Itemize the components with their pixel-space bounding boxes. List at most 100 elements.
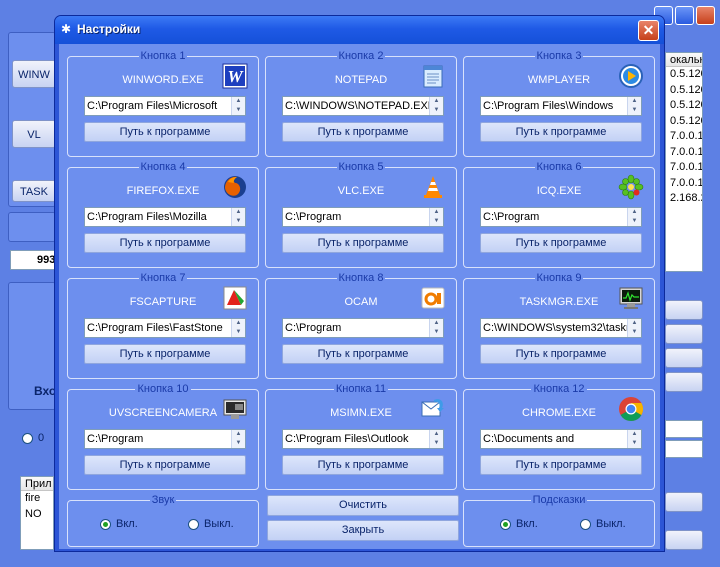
side-button-taskmgr[interactable]: TASK [12, 180, 56, 202]
list-item[interactable]: fire [21, 491, 53, 507]
group-legend: Кнопка 12 [531, 383, 587, 395]
group-button-5: Кнопка 5 VLC.EXE C:\Program ▲ ▼ Путь к про… [265, 161, 457, 268]
list-item[interactable]: 7.0.0.1 [666, 129, 702, 145]
bg-right-button-2[interactable] [665, 324, 703, 344]
spin-buttons[interactable]: ▲ ▼ [627, 97, 641, 115]
group-legend: Кнопка 4 [138, 161, 188, 173]
bg-right-field-2[interactable] [665, 440, 703, 458]
group-button-11: Кнопка 11 MSIMN.EXE C:\Program Files\Out… [265, 383, 457, 490]
list-item[interactable]: 0.5.120 [666, 98, 702, 114]
clear-button[interactable]: Очистить [267, 495, 459, 516]
bg-right-button-1[interactable] [665, 300, 703, 320]
ocam-icon [421, 287, 445, 309]
side-button-vlc[interactable]: VL [12, 120, 56, 148]
hints-off-radio[interactable]: Выкл. [580, 518, 626, 530]
list-item[interactable]: 7.0.0.1 [666, 145, 702, 161]
spin-buttons[interactable]: ▲ ▼ [627, 319, 641, 337]
path-input[interactable]: C:\Program Files\FastStone ▲ ▼ [84, 318, 246, 338]
path-input[interactable]: C:\WINDOWS\system32\taskm ▲ ▼ [480, 318, 642, 338]
group-legend: Кнопка 8 [336, 272, 386, 284]
path-input[interactable]: C:\Program ▲ ▼ [84, 429, 246, 449]
path-input[interactable]: C:\Program ▲ ▼ [282, 318, 444, 338]
path-input[interactable]: C:\Program Files\Windows ▲ ▼ [480, 96, 642, 116]
list-item[interactable]: NO [21, 507, 53, 523]
close-button[interactable]: ✕ [638, 20, 659, 41]
group-legend: Кнопка 6 [534, 161, 584, 173]
group-legend: Кнопка 5 [336, 161, 386, 173]
sound-on-radio[interactable]: Вкл. [100, 518, 138, 530]
sound-off-radio[interactable]: Выкл. [188, 518, 234, 530]
bg-right-button-6[interactable] [665, 530, 703, 550]
hints-legend: Подсказки [530, 494, 588, 506]
list-item[interactable]: 2.168.2 [666, 191, 702, 207]
path-input[interactable]: C:\Program Files\Microsoft ▲ ▼ [84, 96, 246, 116]
path-button[interactable]: Путь к программе [84, 344, 246, 364]
dialog-body: Кнопка 1 WINWORD.EXE W C:\Program Files\… [59, 44, 660, 549]
close-dialog-button[interactable]: Закрыть [267, 520, 459, 541]
spin-buttons[interactable]: ▲ ▼ [627, 208, 641, 226]
title-bar[interactable]: ✱ Настройки ✕ [55, 16, 664, 44]
group-legend: Кнопка 2 [336, 50, 386, 62]
spin-buttons[interactable]: ▲ ▼ [429, 208, 443, 226]
group-legend: Кнопка 11 [333, 383, 389, 395]
vlc-icon [424, 176, 442, 198]
dialog-title: Настройки [77, 22, 141, 36]
settings-dialog: ✱ Настройки ✕ Кнопка 1 WINWORD.EXE W C:\… [54, 15, 665, 552]
path-input[interactable]: C:\Program Files\Mozilla ▲ ▼ [84, 207, 246, 227]
bg-right-button-3[interactable] [665, 348, 703, 368]
path-button[interactable]: Путь к программе [282, 233, 444, 253]
path-button[interactable]: Путь к программе [480, 455, 642, 475]
path-button[interactable]: Путь к программе [84, 233, 246, 253]
group-button-1: Кнопка 1 WINWORD.EXE W C:\Program Files\… [67, 50, 259, 157]
spin-buttons[interactable]: ▲ ▼ [627, 430, 641, 448]
app-icon: ✱ [61, 22, 72, 36]
bg-close-button[interactable] [696, 6, 715, 25]
path-input[interactable]: C:\WINDOWS\NOTEPAD.EXE ▲ ▼ [282, 96, 444, 116]
group-button-12: Кнопка 12 CHROME.EXE C:\Documents and ▲ ▼ … [463, 383, 655, 490]
path-button[interactable]: Путь к программе [480, 122, 642, 142]
spin-buttons[interactable]: ▲ ▼ [429, 97, 443, 115]
bg-panel-2 [8, 212, 56, 242]
list-item[interactable]: 7.0.0.1 [666, 160, 702, 176]
path-input[interactable]: C:\Documents and ▲ ▼ [480, 429, 642, 449]
bg-right-list[interactable]: окальн 0.5.120 0.5.120 0.5.120 0.5.120 7… [665, 52, 703, 272]
bg-right-button-5[interactable] [665, 492, 703, 512]
path-button[interactable]: Путь к программе [282, 344, 444, 364]
bg-right-list-header: окальн [666, 53, 702, 67]
path-button[interactable]: Путь к программе [480, 233, 642, 253]
path-button[interactable]: Путь к программе [84, 122, 246, 142]
spin-buttons[interactable]: ▲ ▼ [231, 208, 245, 226]
sound-legend: Звук [149, 494, 177, 506]
path-button[interactable]: Путь к программе [84, 455, 246, 475]
fscapture-icon [223, 286, 247, 310]
bg-radio-zero[interactable]: 0 [22, 432, 44, 444]
path-input[interactable]: C:\Program Files\Outlook ▲ ▼ [282, 429, 444, 449]
bg-right-field-1[interactable] [665, 420, 703, 438]
spin-buttons[interactable]: ▲ ▼ [231, 319, 245, 337]
path-button[interactable]: Путь к программе [480, 344, 642, 364]
spin-buttons[interactable]: ▲ ▼ [429, 319, 443, 337]
path-input[interactable]: C:\Program ▲ ▼ [282, 207, 444, 227]
chrome-icon [619, 397, 644, 422]
list-item[interactable]: 0.5.120 [666, 67, 702, 83]
spin-buttons[interactable]: ▲ ▼ [429, 430, 443, 448]
path-button[interactable]: Путь к программе [282, 455, 444, 475]
side-button-winword[interactable]: WINW [12, 60, 56, 88]
group-button-10: Кнопка 10 UVSCREENCAMERA C:\Program ▲ ▼ Пу… [67, 383, 259, 490]
spin-buttons[interactable]: ▲ ▼ [231, 97, 245, 115]
list-item[interactable]: 0.5.120 [666, 114, 702, 130]
group-legend: Кнопка 7 [138, 272, 188, 284]
uvscreencamera-icon [223, 399, 247, 419]
bg-right-button-4[interactable] [665, 372, 703, 392]
media-player-icon [619, 64, 643, 88]
spin-buttons[interactable]: ▲ ▼ [231, 430, 245, 448]
group-button-2: Кнопка 2 NOTEPAD C:\WINDOWS\NOTEPAD.EXE ▲… [265, 50, 457, 157]
maximize-button[interactable] [675, 6, 694, 25]
bg-bottom-list[interactable]: Прил fire NO [20, 476, 54, 550]
path-input[interactable]: C:\Program ▲ ▼ [480, 207, 642, 227]
bg-bottom-list-header: Прил [21, 477, 53, 491]
list-item[interactable]: 0.5.120 [666, 83, 702, 99]
hints-on-radio[interactable]: Вкл. [500, 518, 538, 530]
list-item[interactable]: 7.0.0.1 [666, 176, 702, 192]
path-button[interactable]: Путь к программе [282, 122, 444, 142]
